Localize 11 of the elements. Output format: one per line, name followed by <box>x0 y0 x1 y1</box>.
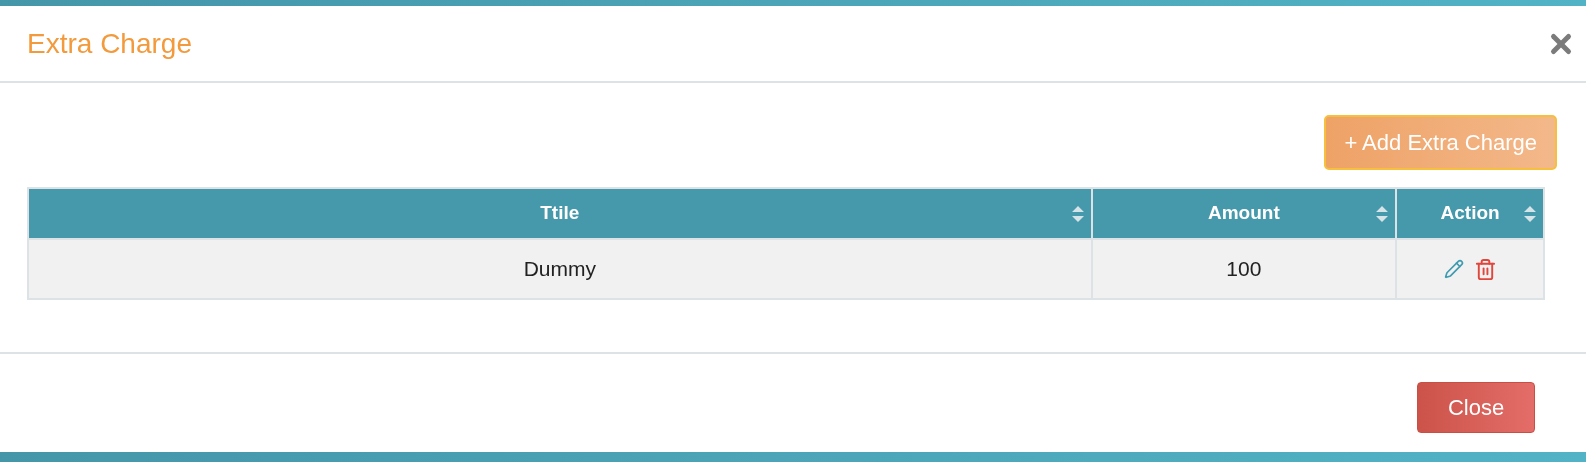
add-extra-charge-button[interactable]: + Add Extra Charge <box>1324 115 1557 170</box>
sort-icon <box>1523 204 1537 223</box>
sort-icon <box>1375 204 1390 223</box>
column-header[interactable]: Ttile <box>29 189 1091 238</box>
delete-icon[interactable] <box>1473 257 1497 281</box>
edit-icon[interactable] <box>1443 259 1464 279</box>
table-cell: 100 <box>1090 240 1396 298</box>
table-cell-text: Dummy <box>522 256 597 283</box>
close-button[interactable]: Close <box>1417 381 1535 433</box>
modal-title: Extra Charge <box>27 26 192 61</box>
sort-icon <box>1070 204 1085 223</box>
